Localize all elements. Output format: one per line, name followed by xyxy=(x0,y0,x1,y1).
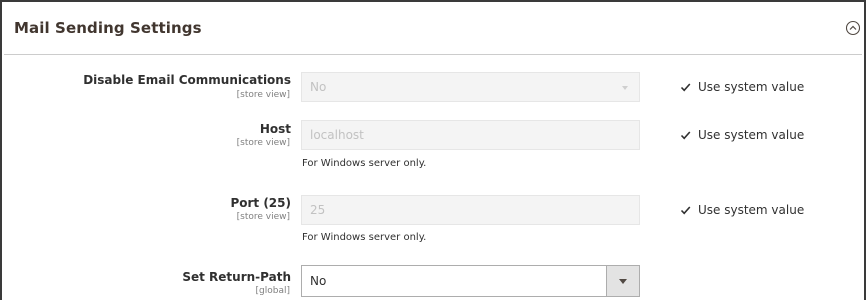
checkbox-checked-icon[interactable] xyxy=(680,205,691,216)
port-label: Port (25) xyxy=(230,196,291,210)
host-use-system-value[interactable]: Use system value xyxy=(680,127,804,143)
disable-email-use-system-value[interactable]: Use system value xyxy=(680,79,804,95)
chevron-down-icon xyxy=(619,279,627,284)
host-value: localhost xyxy=(310,128,364,142)
host-note: For Windows server only. xyxy=(302,158,427,169)
checkbox-checked-icon[interactable] xyxy=(680,82,691,93)
disable-email-select: No xyxy=(301,72,640,102)
port-note: For Windows server only. xyxy=(302,232,427,243)
return-path-scope: [global] xyxy=(255,286,290,296)
disable-email-scope: [store view] xyxy=(236,90,290,100)
port-use-system-value[interactable]: Use system value xyxy=(680,202,804,218)
return-path-value: No xyxy=(310,274,327,288)
use-system-value-label: Use system value xyxy=(698,128,805,142)
return-path-select[interactable]: No xyxy=(301,265,640,297)
host-scope: [store view] xyxy=(236,138,290,148)
dropdown-button[interactable] xyxy=(606,266,639,296)
disable-email-label: Disable Email Communications xyxy=(83,73,291,87)
host-label: Host xyxy=(259,122,291,136)
section-title: Mail Sending Settings xyxy=(14,19,202,37)
port-input: 25 xyxy=(301,195,640,225)
disable-email-value: No xyxy=(310,80,327,94)
port-value: 25 xyxy=(310,203,326,217)
return-path-label: Set Return-Path xyxy=(182,270,291,284)
host-input: localhost xyxy=(301,120,640,150)
chevron-down-icon xyxy=(622,86,628,90)
checkbox-checked-icon[interactable] xyxy=(680,130,691,141)
port-scope: [store view] xyxy=(236,212,290,222)
use-system-value-label: Use system value xyxy=(698,80,805,94)
collapse-icon[interactable] xyxy=(845,20,861,36)
section-header[interactable]: Mail Sending Settings xyxy=(4,4,862,55)
use-system-value-label: Use system value xyxy=(698,203,805,217)
mail-sending-settings-panel: Mail Sending Settings xyxy=(0,0,866,300)
